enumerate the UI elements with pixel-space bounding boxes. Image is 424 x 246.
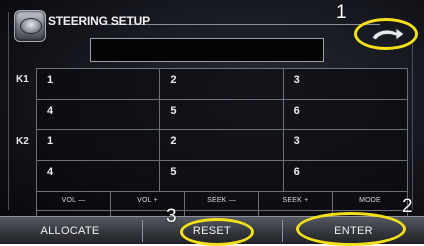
callout-number-3: 3 — [166, 206, 177, 227]
steering-setup-screen: STEERING SETUP K1 K2 1 2 3 4 5 6 1 2 3 4… — [0, 0, 424, 244]
mode-button[interactable]: MODE — [333, 192, 407, 211]
key-cell-k1-2[interactable]: 2 — [160, 69, 284, 100]
enter-button[interactable]: ENTER — [283, 217, 424, 244]
back-arrow-icon[interactable] — [366, 24, 406, 46]
seek-up-button[interactable]: SEEK + — [259, 192, 333, 211]
bottom-action-bar: ALLOCATE RESET ENTER — [0, 216, 424, 244]
key-cell-k1-3[interactable]: 3 — [283, 69, 407, 100]
row-label-k1: K1 — [16, 74, 29, 85]
page-title: STEERING SETUP — [48, 14, 150, 28]
row-label-k2: K2 — [16, 136, 29, 147]
frame-border-right — [412, 40, 413, 210]
key-cell-k2-4[interactable]: 4 — [37, 160, 161, 191]
key-cell-k1-1[interactable]: 1 — [37, 69, 161, 100]
key-cell-k2-3[interactable]: 3 — [283, 130, 407, 161]
key-cell-k1-6[interactable]: 6 — [283, 100, 407, 130]
key-cell-k2-5[interactable]: 5 — [160, 160, 284, 191]
seek-down-button[interactable]: SEEK — — [185, 192, 259, 211]
key-cell-k2-2[interactable]: 2 — [160, 130, 284, 161]
vol-down-button[interactable]: VOL — — [37, 192, 111, 211]
key-cell-k2-1[interactable]: 1 — [37, 130, 161, 161]
key-cell-k1-4[interactable]: 4 — [37, 99, 161, 130]
assignment-display-field — [90, 38, 324, 62]
key-cell-k1-5[interactable]: 5 — [160, 99, 284, 130]
frame-border-left — [8, 12, 9, 210]
callout-number-2: 2 — [402, 196, 413, 217]
callout-number-1: 1 — [336, 2, 347, 23]
key-cell-k2-6[interactable]: 6 — [284, 161, 407, 192]
key-grid: 1 2 3 4 5 6 1 2 3 4 5 6 — [36, 68, 408, 192]
allocate-button[interactable]: ALLOCATE — [0, 217, 140, 244]
reset-button[interactable]: RESET — [143, 217, 281, 244]
steering-wheel-icon — [14, 10, 46, 42]
